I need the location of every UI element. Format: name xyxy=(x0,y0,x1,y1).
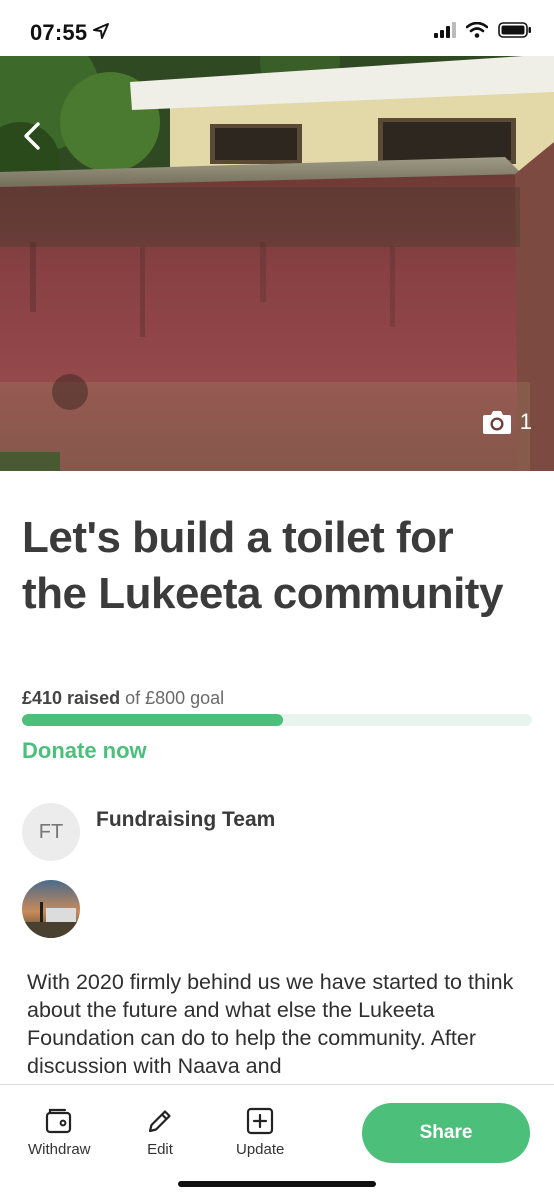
edit-button[interactable]: Edit xyxy=(146,1107,174,1158)
organiser-avatar[interactable] xyxy=(22,880,80,938)
hero-photo xyxy=(0,52,554,471)
story-text: With 2020 firmly behind us we have start… xyxy=(27,970,514,1078)
goal-text: of £800 goal xyxy=(125,688,225,708)
status-bar: 07:55 xyxy=(0,0,554,56)
donate-now-link[interactable]: Donate now xyxy=(22,738,147,764)
location-arrow-icon xyxy=(93,23,109,39)
back-button[interactable] xyxy=(14,116,50,156)
bottom-action-bar: Withdraw Edit Update Share xyxy=(0,1084,554,1200)
signal-icon xyxy=(434,22,456,38)
camera-icon xyxy=(482,411,511,434)
status-time: 07:55 xyxy=(30,20,88,45)
back-chevron-icon xyxy=(24,122,40,150)
withdraw-label: Withdraw xyxy=(28,1141,91,1158)
progress-fill xyxy=(22,714,284,726)
team-name[interactable]: Fundraising Team xyxy=(96,808,275,832)
plus-square-icon xyxy=(247,1107,274,1135)
battery-icon xyxy=(498,22,531,38)
hero-image[interactable]: 1 xyxy=(0,52,554,471)
update-label: Update xyxy=(236,1141,285,1158)
share-button[interactable]: Share xyxy=(362,1103,530,1163)
pencil-icon xyxy=(148,1110,171,1133)
raised-amount: £410 raised xyxy=(22,688,121,708)
team-avatar[interactable]: FT xyxy=(22,803,80,861)
photo-count-text: 1 xyxy=(519,409,532,434)
campaign-title: Let's build a toilet for the Lukeeta com… xyxy=(22,513,503,618)
wallet-icon xyxy=(46,1108,72,1134)
wifi-icon xyxy=(466,22,488,38)
progress-bar xyxy=(22,714,532,726)
raised-summary: £410 raised of £800 goal xyxy=(22,688,224,709)
photo-count[interactable]: 1 xyxy=(482,409,532,435)
withdraw-button[interactable]: Withdraw xyxy=(28,1107,91,1158)
organiser-photo xyxy=(22,880,80,938)
home-indicator xyxy=(178,1181,376,1187)
update-button[interactable]: Update xyxy=(236,1107,284,1158)
edit-label: Edit xyxy=(147,1141,173,1158)
status-icons xyxy=(434,22,532,38)
